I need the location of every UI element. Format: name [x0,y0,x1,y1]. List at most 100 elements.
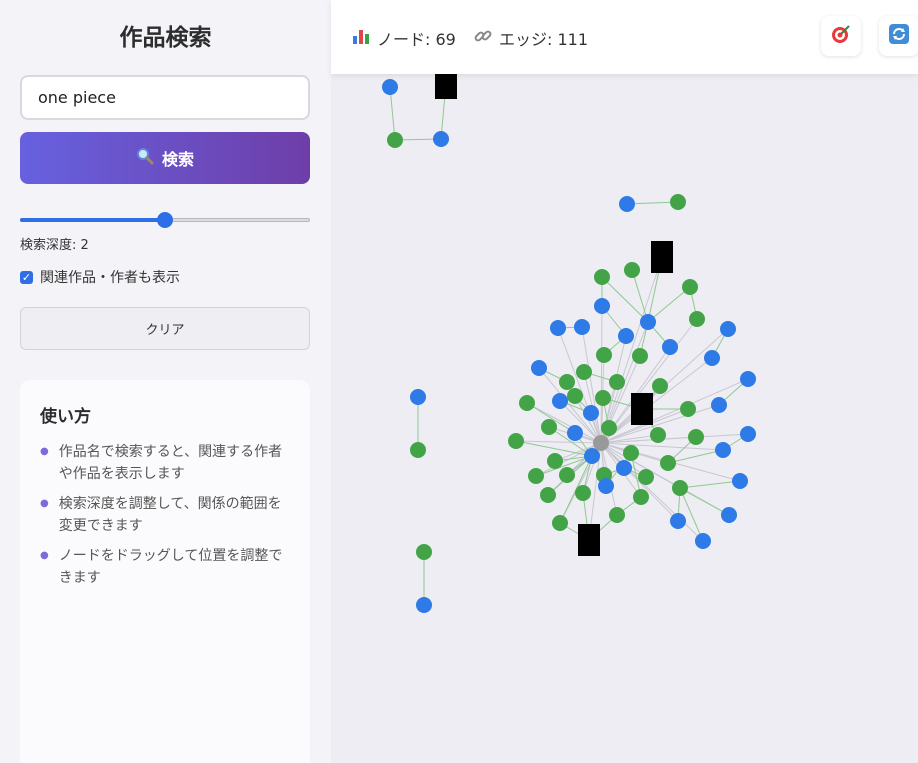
node-count: ノード: 69 [351,26,456,50]
person-node[interactable] [732,473,748,489]
refresh-icon [888,23,910,50]
help-text: 作品名で検索すると、関連する作者や作品を表示します [58,444,283,482]
work-node[interactable] [416,544,432,560]
related-checkbox[interactable]: ✓ [20,270,33,284]
person-node[interactable] [583,405,599,421]
work-node[interactable] [519,395,535,411]
person-node[interactable] [616,460,632,476]
person-node[interactable] [618,328,634,344]
graph-edge [600,433,749,444]
work-node[interactable] [624,262,640,278]
related-toggle[interactable]: ✓ 関連作品・作者も表示 [20,267,180,287]
help-item: ● ノードをドラッグして位置を調整できます [40,545,290,589]
person-node[interactable] [662,339,678,355]
work-node[interactable] [638,469,654,485]
sidebar: 作品検索 検索 検索深度: 2 ✓ 関連作品・作者も表示 クリア 使い方 ● 作品… [0,0,331,763]
person-node[interactable] [567,425,583,441]
person-node[interactable] [574,319,590,335]
work-node[interactable] [601,420,617,436]
person-node[interactable] [552,393,568,409]
series-node[interactable] [578,524,600,556]
related-label: 関連作品・作者も表示 [40,270,180,286]
work-node[interactable] [567,388,583,404]
work-node[interactable] [541,419,557,435]
person-node[interactable] [670,513,686,529]
center-view-button[interactable] [821,16,861,56]
work-node[interactable] [576,364,592,380]
work-node[interactable] [559,467,575,483]
work-node[interactable] [594,269,610,285]
graph-edge [667,449,724,464]
work-node[interactable] [609,507,625,523]
work-node[interactable] [552,515,568,531]
topbar: ノード: 69 エッジ: 111 [331,0,918,74]
help-text: 検索深度を調整して、関係の範囲を変更できます [58,496,282,534]
work-node[interactable] [596,347,612,363]
graph-edge [679,487,704,542]
refresh-button[interactable] [879,16,918,56]
person-node[interactable] [715,442,731,458]
work-node[interactable] [595,390,611,406]
person-node[interactable] [594,298,610,314]
graph-canvas[interactable] [331,0,918,763]
magnifier-icon [136,147,154,170]
network-graph[interactable] [331,0,918,763]
person-node[interactable] [550,320,566,336]
work-node[interactable] [650,427,666,443]
graph-edge [679,480,741,489]
work-node[interactable] [680,401,696,417]
work-node[interactable] [609,374,625,390]
work-node[interactable] [508,433,524,449]
work-node[interactable] [540,487,556,503]
work-node[interactable] [682,279,698,295]
person-node[interactable] [531,360,547,376]
work-node[interactable] [623,445,639,461]
person-node[interactable] [704,350,720,366]
person-node[interactable] [720,321,736,337]
person-node[interactable] [433,131,449,147]
person-node[interactable] [640,314,656,330]
work-node[interactable] [410,442,426,458]
work-node[interactable] [575,485,591,501]
node-count-label: ノード: 69 [377,30,456,49]
graph-edge [679,487,730,516]
person-node[interactable] [598,478,614,494]
help-item: ● 検索深度を調整して、関係の範囲を変更できます [40,493,290,537]
person-node[interactable] [382,79,398,95]
clear-button[interactable]: クリア [20,307,310,350]
center-node[interactable] [593,435,609,451]
work-node[interactable] [547,453,563,469]
person-node[interactable] [619,196,635,212]
link-icon [473,26,493,50]
page-title: 作品検索 [119,25,212,51]
work-node[interactable] [559,374,575,390]
work-node[interactable] [688,429,704,445]
person-node[interactable] [416,597,432,613]
work-node[interactable] [652,378,668,394]
depth-slider[interactable] [20,212,310,228]
work-node[interactable] [689,311,705,327]
series-node[interactable] [631,393,653,425]
person-node[interactable] [740,371,756,387]
search-input[interactable] [20,75,310,120]
person-node[interactable] [740,426,756,442]
work-node[interactable] [633,489,649,505]
work-node[interactable] [670,194,686,210]
search-button[interactable]: 検索 [20,132,310,184]
slider-fill [20,218,165,222]
help-panel: 使い方 ● 作品名で検索すると、関連する作者や作品を表示します ● 検索深度を調整し… [20,380,310,763]
person-node[interactable] [711,397,727,413]
person-node[interactable] [695,533,711,549]
person-node[interactable] [584,448,600,464]
person-node[interactable] [410,389,426,405]
work-node[interactable] [528,468,544,484]
work-node[interactable] [672,480,688,496]
person-node[interactable] [721,507,737,523]
work-node[interactable] [632,348,648,364]
series-node[interactable] [651,241,673,273]
target-icon [830,23,852,50]
bullet-icon: ● [40,498,49,509]
work-node[interactable] [660,455,676,471]
slider-thumb[interactable] [157,212,173,228]
work-node[interactable] [387,132,403,148]
